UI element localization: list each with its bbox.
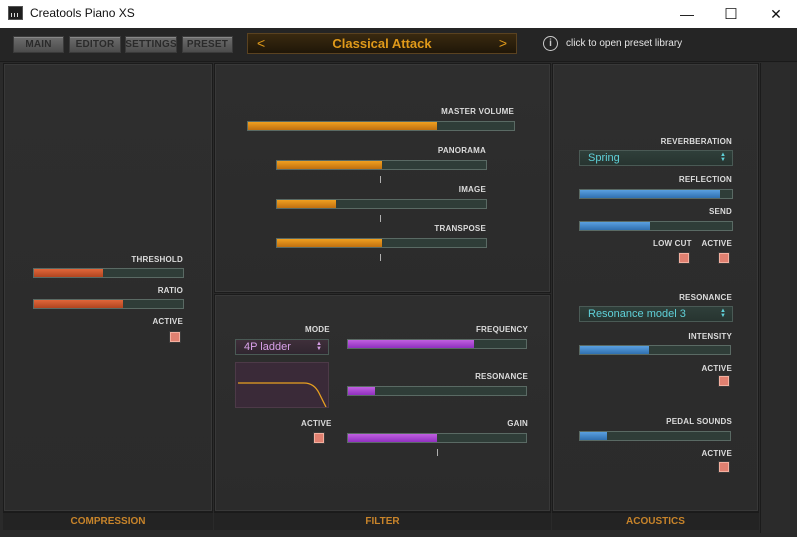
filter-footer: FILTER [214,512,551,530]
title-bar: Creatools Piano XS — ☐ ✕ [0,0,797,28]
filter-curve-graph [238,382,327,408]
resonance-model-value: Resonance model 3 [588,308,686,320]
acoustics-footer: ACOUSTICS [552,512,759,530]
transpose-center-tick [380,254,381,261]
app-icon [8,6,23,20]
send-label: SEND [708,207,732,216]
reflection-label: REFLECTION [678,175,732,184]
compression-panel: THRESHOLD RATIO ACTIVE [3,63,213,512]
filter-resonance-slider[interactable] [347,386,527,396]
main-controls-panel: MASTER VOLUME PANORAMA IMAGE TRANSPOSE [214,63,551,293]
tab-settings[interactable]: SETTINGS [125,36,177,53]
filter-mode-dropdown[interactable]: 4P ladder ▲ ▼ [235,339,329,355]
gain-slider[interactable] [347,433,527,443]
compression-active-checkbox[interactable] [170,332,180,342]
image-slider[interactable] [276,199,487,209]
low-cut-label: LOW CUT [653,239,692,248]
tab-editor[interactable]: EDITOR [69,36,121,53]
panorama-center-tick [380,176,381,183]
pedal-active-label: ACTIVE [701,449,732,458]
dropdown-arrows-icon: ▲ ▼ [316,341,322,352]
compression-footer: COMPRESSION [3,512,213,530]
reverberation-dropdown[interactable]: Spring ▲ ▼ [579,150,733,166]
master-volume-slider[interactable] [247,121,515,131]
pedal-sounds-label: PEDAL SOUNDS [666,417,732,426]
preset-selector: < Classical Attack > [247,33,517,54]
intensity-label: INTENSITY [688,332,732,341]
image-center-tick [380,215,381,222]
intensity-slider[interactable] [579,345,731,355]
filter-mode-label: MODE [305,325,330,334]
gain-center-tick [437,449,438,456]
pedal-sounds-slider[interactable] [579,431,731,441]
threshold-slider[interactable] [33,268,184,278]
filter-active-checkbox[interactable] [314,433,324,443]
image-label: IMAGE [458,185,486,194]
filter-mode-value: 4P ladder [244,341,291,353]
filter-resonance-label: RESONANCE [475,372,528,381]
dropdown-arrows-icon: ▲ ▼ [720,152,726,163]
resonance-model-label: RESONANCE [679,293,732,302]
reverberation-label: REVERBERATION [660,137,732,146]
reflection-slider[interactable] [579,189,733,199]
send-slider[interactable] [579,221,733,231]
reverb-active-label: ACTIVE [701,239,732,248]
reverb-active-checkbox[interactable] [719,253,729,263]
ratio-slider[interactable] [33,299,184,309]
pedal-active-checkbox[interactable] [719,462,729,472]
transpose-slider[interactable] [276,238,487,248]
filter-panel: MODE 4P ladder ▲ ▼ ACTIVE FREQUENCY RESON… [214,294,551,512]
ratio-label: RATIO [157,286,183,295]
right-side-strip [760,63,797,533]
tab-preset[interactable]: PRESET [182,36,233,53]
next-preset-button[interactable]: > [499,35,507,51]
toolbar: MAIN EDITOR SETTINGS PRESET < Classical … [0,28,797,62]
close-button[interactable]: ✕ [753,0,797,28]
dropdown-arrows-icon: ▲ ▼ [720,308,726,319]
info-icon[interactable]: i [543,36,558,51]
minimize-button[interactable]: — [664,0,710,28]
window-title: Creatools Piano XS [30,6,135,20]
filter-active-label: ACTIVE [301,419,332,428]
panorama-label: PANORAMA [437,146,486,155]
gain-label: GAIN [507,419,528,428]
preset-library-hint[interactable]: click to open preset library [566,38,682,49]
acoustics-panel: REVERBERATION Spring ▲ ▼ REFLECTION SEND … [552,63,759,512]
threshold-label: THRESHOLD [131,255,183,264]
resonance-model-dropdown[interactable]: Resonance model 3 ▲ ▼ [579,306,733,322]
frequency-slider[interactable] [347,339,527,349]
frequency-label: FREQUENCY [475,325,528,334]
reverberation-value: Spring [588,152,620,164]
maximize-button[interactable]: ☐ [708,0,754,28]
preset-name[interactable]: Classical Attack [248,36,516,51]
tab-main[interactable]: MAIN [13,36,64,53]
panorama-slider[interactable] [276,160,487,170]
resonance-active-label: ACTIVE [701,364,732,373]
master-volume-label: MASTER VOLUME [441,107,514,116]
compression-active-label: ACTIVE [152,317,183,326]
transpose-label: TRANSPOSE [434,224,486,233]
low-cut-checkbox[interactable] [679,253,689,263]
resonance-active-checkbox[interactable] [719,376,729,386]
filter-curve-display [235,362,329,408]
